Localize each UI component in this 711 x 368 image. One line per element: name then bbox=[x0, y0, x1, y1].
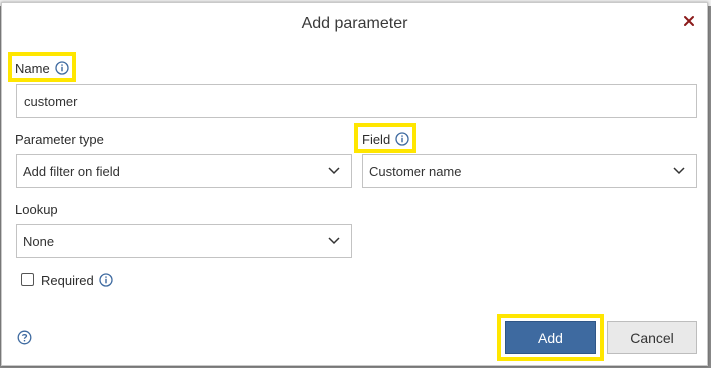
dialog-title: Add parameter bbox=[301, 15, 408, 32]
parameter-type-label: Parameter type bbox=[15, 130, 104, 148]
info-icon[interactable] bbox=[55, 61, 69, 75]
name-input[interactable] bbox=[16, 84, 697, 118]
lookup-select[interactable]: None bbox=[16, 224, 352, 258]
close-icon[interactable] bbox=[682, 14, 696, 28]
question-circle-icon[interactable] bbox=[17, 330, 32, 345]
lookup-value: None bbox=[23, 233, 55, 249]
cancel-button[interactable]: Cancel bbox=[607, 321, 697, 354]
add-parameter-dialog: Add parameter Name Parameter type Add fi… bbox=[1, 2, 708, 366]
info-icon[interactable] bbox=[395, 132, 409, 146]
required-checkbox[interactable] bbox=[21, 273, 34, 286]
name-label-text: Name bbox=[15, 60, 50, 76]
parameter-type-label-text: Parameter type bbox=[15, 131, 104, 147]
field-select[interactable]: Customer name bbox=[362, 154, 697, 188]
add-button[interactable]: Add bbox=[505, 321, 596, 354]
parameter-type-value: Add filter on field bbox=[23, 163, 120, 179]
info-icon[interactable] bbox=[99, 273, 113, 287]
chevron-down-icon bbox=[328, 167, 340, 175]
parameter-type-select[interactable]: Add filter on field bbox=[16, 154, 352, 188]
field-value: Customer name bbox=[369, 163, 462, 179]
lookup-label: Lookup bbox=[15, 200, 58, 218]
chevron-down-icon bbox=[673, 167, 685, 175]
required-label-text: Required bbox=[41, 272, 94, 288]
required-label: Required bbox=[41, 271, 113, 289]
name-label: Name bbox=[15, 59, 69, 77]
field-label-text: Field bbox=[362, 131, 391, 147]
lookup-label-text: Lookup bbox=[15, 201, 58, 217]
field-label: Field bbox=[362, 130, 409, 148]
chevron-down-icon bbox=[328, 237, 340, 245]
